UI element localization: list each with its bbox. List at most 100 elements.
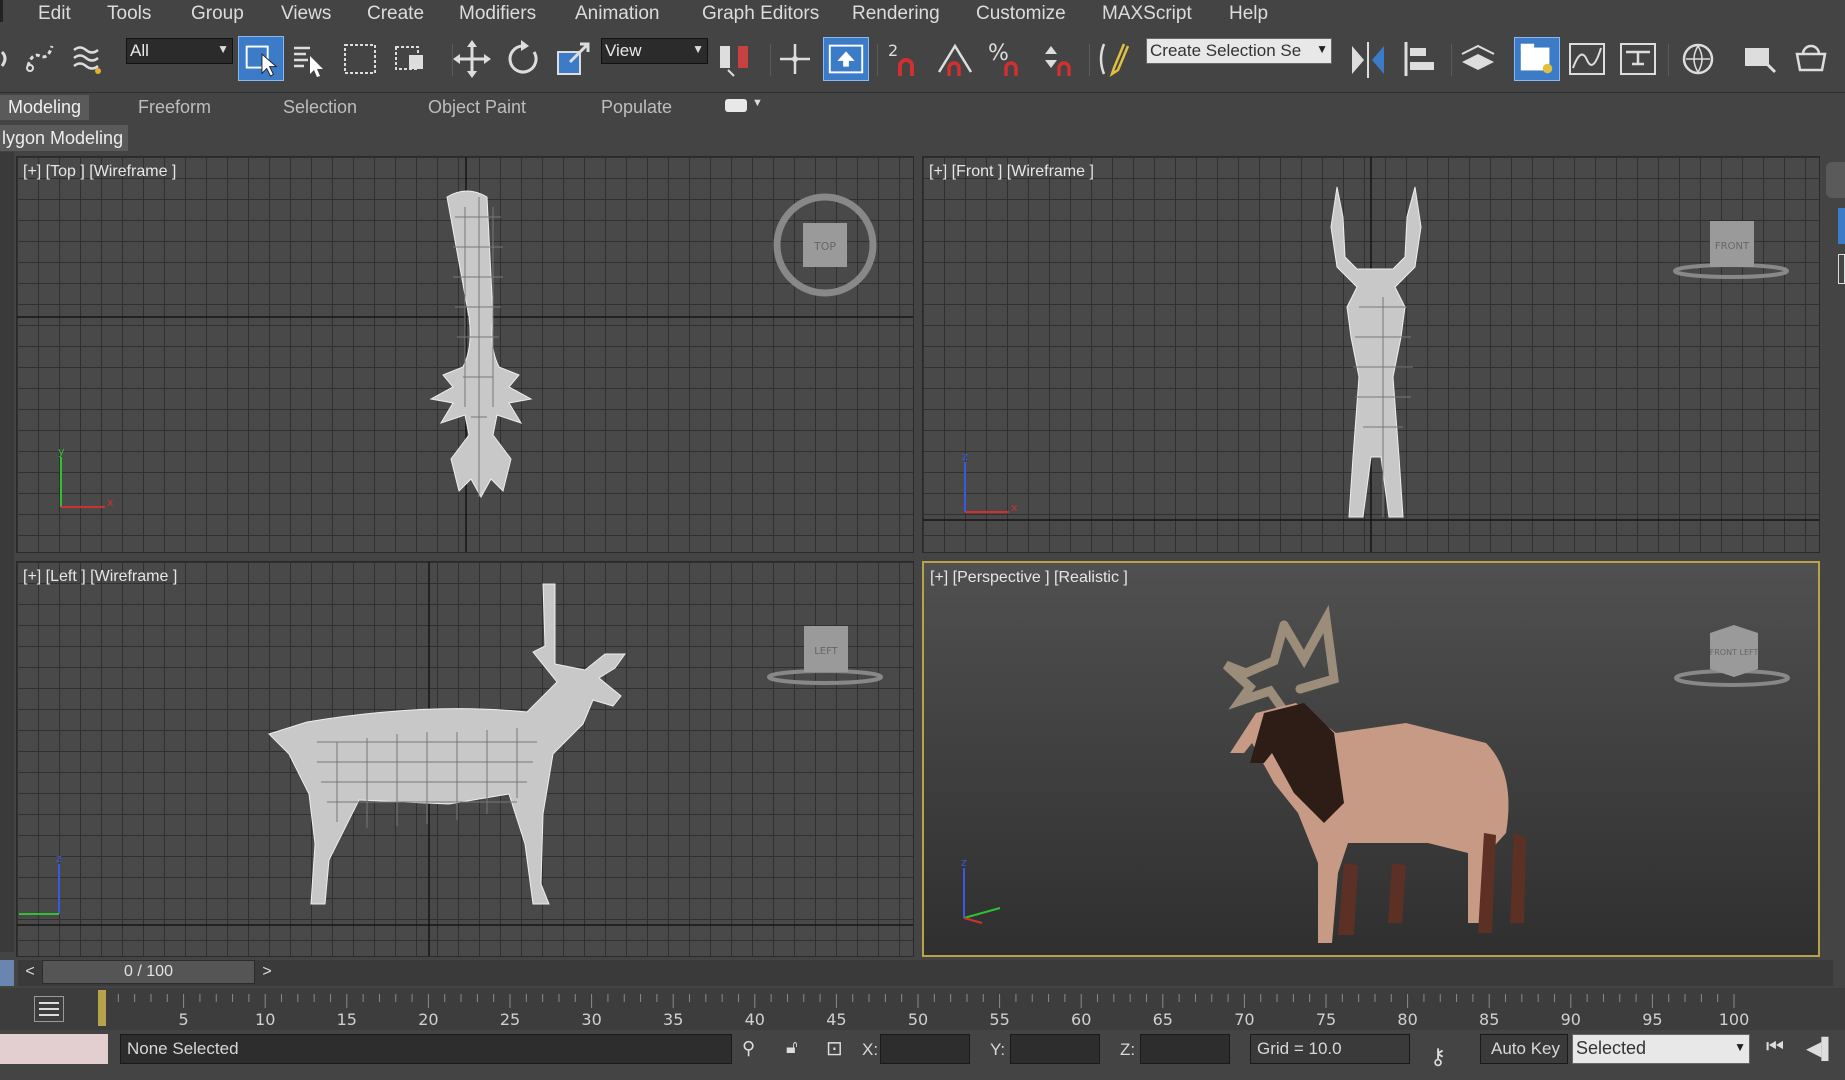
- schematic-view-icon[interactable]: [1618, 38, 1658, 80]
- reindeer-wireframe-front[interactable]: [1330, 186, 1422, 518]
- isolate-selection-icon[interactable]: ⚲: [742, 1038, 755, 1059]
- key-filter-dropdown[interactable]: Selected ▼: [1572, 1034, 1750, 1064]
- scale-icon[interactable]: [554, 38, 594, 80]
- edit-named-sets-icon[interactable]: [1094, 38, 1134, 80]
- z-coordinate-field[interactable]: [1140, 1034, 1230, 1064]
- select-link-icon[interactable]: [0, 38, 10, 80]
- track-bar[interactable]: 5 10 15 20 25 30 35 40 45 50 55 60 65 70 75 80 85 90 95 100: [0, 988, 1845, 1030]
- viewport-label[interactable]: [+] [Left ] [Wireframe ]: [23, 568, 177, 586]
- viewcube-front[interactable]: FRONT: [1673, 221, 1789, 279]
- viewport-label[interactable]: [+] [Top ] [Wireframe ]: [23, 163, 176, 181]
- set-key-icon[interactable]: ⚷: [1430, 1044, 1446, 1070]
- toolbar-divider: [1451, 44, 1452, 76]
- time-slider-prev-button[interactable]: <: [18, 960, 42, 984]
- previous-frame-icon[interactable]: ◀▌: [1806, 1036, 1836, 1061]
- render-setup-icon[interactable]: [1680, 38, 1720, 80]
- window-crossing-icon[interactable]: [392, 38, 432, 80]
- frame-ruler[interactable]: 5 10 15 20 25 30 35 40 45 50 55 60 65 70 75 80 85 90 95 100: [0, 988, 1845, 1030]
- absolute-mode-transform-icon[interactable]: ⊡: [826, 1036, 843, 1061]
- manipulate-icon[interactable]: [775, 38, 815, 80]
- select-object-icon[interactable]: [238, 36, 284, 81]
- chevron-down-icon[interactable]: ▼: [752, 97, 763, 109]
- menu-edit[interactable]: Edit: [38, 3, 71, 25]
- snaps-toggle-icon[interactable]: 2: [884, 38, 924, 80]
- ribbon-options-icon[interactable]: [725, 99, 747, 112]
- select-by-name-icon[interactable]: [290, 38, 330, 80]
- tab-freeform[interactable]: Freeform: [138, 97, 211, 118]
- tab-object-paint[interactable]: Object Paint: [428, 97, 526, 118]
- current-frame-marker[interactable]: [98, 990, 106, 1026]
- unlink-icon[interactable]: [20, 38, 60, 80]
- frame-label: 90: [1561, 1010, 1581, 1029]
- axis-tripod-icon: z x: [962, 450, 1018, 514]
- viewport-left[interactable]: LEFT z [+] [Left ] [Wireframe ]: [16, 561, 914, 957]
- x-coordinate-field[interactable]: [880, 1034, 970, 1064]
- reference-coord-dropdown[interactable]: View ▼: [601, 38, 708, 64]
- menu-maxscript[interactable]: MAXScript: [1102, 3, 1192, 25]
- viewcube-left[interactable]: LEFT: [767, 626, 883, 685]
- menu-create[interactable]: Create: [367, 3, 424, 25]
- bind-space-warp-icon[interactable]: [68, 38, 108, 80]
- align-icon[interactable]: [1400, 38, 1440, 80]
- keyboard-shortcut-icon[interactable]: [823, 37, 869, 81]
- frame-label: 5: [179, 1010, 189, 1029]
- viewport-perspective[interactable]: FRONT LEFT z [+] [Perspective ] [Realist…: [922, 561, 1820, 957]
- rendered-frame-icon[interactable]: [1741, 38, 1781, 80]
- menu-views[interactable]: Views: [281, 3, 331, 25]
- time-slider-thumb[interactable]: 0 / 100: [42, 960, 255, 984]
- angle-snap-icon[interactable]: [935, 38, 975, 80]
- rectangle-selection-icon[interactable]: [341, 38, 381, 80]
- elk-model-realistic[interactable]: [1222, 604, 1526, 943]
- go-to-start-icon[interactable]: ⏮: [1766, 1036, 1784, 1059]
- menu-rendering[interactable]: Rendering: [852, 3, 940, 25]
- tab-populate[interactable]: Populate: [601, 97, 672, 118]
- y-coordinate-field[interactable]: [1010, 1034, 1100, 1064]
- toolbar-divider: [1668, 44, 1669, 76]
- viewport-label[interactable]: [+] [Front ] [Wireframe ]: [929, 163, 1094, 181]
- spinner-snap-icon[interactable]: [1037, 38, 1077, 80]
- auto-key-button[interactable]: Auto Key: [1480, 1034, 1568, 1064]
- reference-coord-value: View: [605, 41, 642, 60]
- menu-group[interactable]: Group: [191, 3, 244, 25]
- reindeer-wireframe-left[interactable]: [268, 583, 626, 905]
- pivot-icon[interactable]: [716, 38, 756, 80]
- selection-filter-dropdown[interactable]: All ▼: [126, 38, 233, 64]
- viewport-top[interactable]: TOP y x [+] [Top ] [Wireframe ]: [16, 156, 914, 553]
- render-production-icon[interactable]: [1791, 38, 1831, 80]
- curve-editor-icon[interactable]: [1567, 38, 1607, 80]
- menu-tools[interactable]: Tools: [107, 3, 151, 25]
- selection-lock-icon[interactable]: 🔓︎: [786, 1037, 798, 1058]
- named-selection-dropdown[interactable]: Create Selection Se ▼: [1146, 38, 1332, 64]
- menu-customize[interactable]: Customize: [976, 3, 1066, 25]
- frame-label: 30: [581, 1010, 601, 1029]
- svg-text:TOP: TOP: [813, 240, 836, 253]
- toolbar-divider: [877, 44, 878, 76]
- viewport-front[interactable]: FRONT z x [+] [Front ] [Wireframe ]: [922, 156, 1820, 553]
- rotate-icon[interactable]: [503, 38, 543, 80]
- viewport-label[interactable]: [+] [Perspective ] [Realistic ]: [930, 569, 1128, 587]
- maxscript-listener-mini[interactable]: [0, 1034, 108, 1064]
- time-slider[interactable]: < 0 / 100 >: [18, 960, 1833, 986]
- viewcube-perspective[interactable]: FRONT LEFT: [1674, 625, 1790, 687]
- tab-selection[interactable]: Selection: [283, 97, 357, 118]
- frame-label: 65: [1153, 1010, 1173, 1029]
- command-panel-field[interactable]: [1838, 254, 1845, 284]
- reindeer-wireframe-top[interactable]: [429, 190, 533, 499]
- menu-graph-editors[interactable]: Graph Editors: [702, 3, 819, 25]
- tab-modeling[interactable]: Modeling: [0, 95, 90, 120]
- viewcube-top[interactable]: TOP: [773, 193, 877, 297]
- mirror-icon[interactable]: [1348, 38, 1388, 80]
- layer-explorer-icon[interactable]: [1458, 38, 1498, 80]
- scene-explorer-icon[interactable]: [1514, 37, 1560, 81]
- time-slider-next-button[interactable]: >: [255, 960, 279, 984]
- selection-filter-value: All: [130, 41, 149, 60]
- move-icon[interactable]: [452, 38, 492, 80]
- menu-help[interactable]: Help: [1229, 3, 1268, 25]
- menu-modifiers[interactable]: Modifiers: [459, 3, 536, 25]
- selection-status: None Selected: [120, 1034, 732, 1064]
- percent-snap-icon[interactable]: %: [986, 38, 1026, 80]
- command-panel-tab[interactable]: [1826, 162, 1845, 198]
- menu-animation[interactable]: Animation: [575, 3, 660, 25]
- panel-polygon-modeling[interactable]: lygon Modeling: [0, 125, 129, 151]
- svg-text:z: z: [962, 450, 968, 463]
